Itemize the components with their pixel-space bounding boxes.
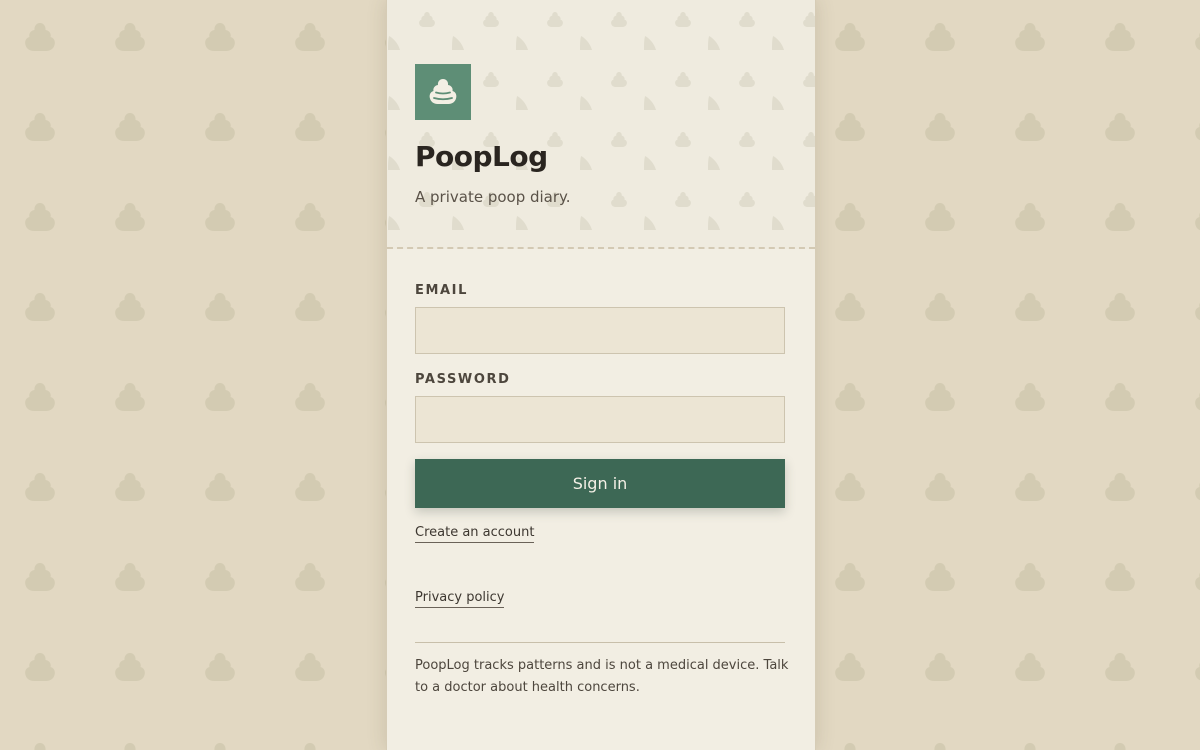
footer-divider xyxy=(415,642,785,643)
poop-icon xyxy=(429,79,457,104)
privacy-policy-link[interactable]: Privacy policy xyxy=(415,590,505,608)
password-label: PASSWORD xyxy=(415,372,511,387)
medical-disclaimer: PoopLog tracks patterns and is not a med… xyxy=(415,658,789,695)
app-logo xyxy=(415,64,471,120)
create-account-link[interactable]: Create an account xyxy=(415,525,535,543)
app-tagline: A private poop diary. xyxy=(415,188,571,206)
email-field[interactable] xyxy=(415,307,785,354)
email-label: EMAIL xyxy=(415,283,468,298)
password-field[interactable] xyxy=(415,396,785,443)
app-title: PoopLog xyxy=(415,140,548,173)
login-card: PoopLog A private poop diary. EMAIL PASS… xyxy=(386,0,816,750)
header-pattern xyxy=(387,0,815,247)
card-header: PoopLog A private poop diary. xyxy=(387,0,815,249)
sign-in-button[interactable]: Sign in xyxy=(415,459,785,508)
